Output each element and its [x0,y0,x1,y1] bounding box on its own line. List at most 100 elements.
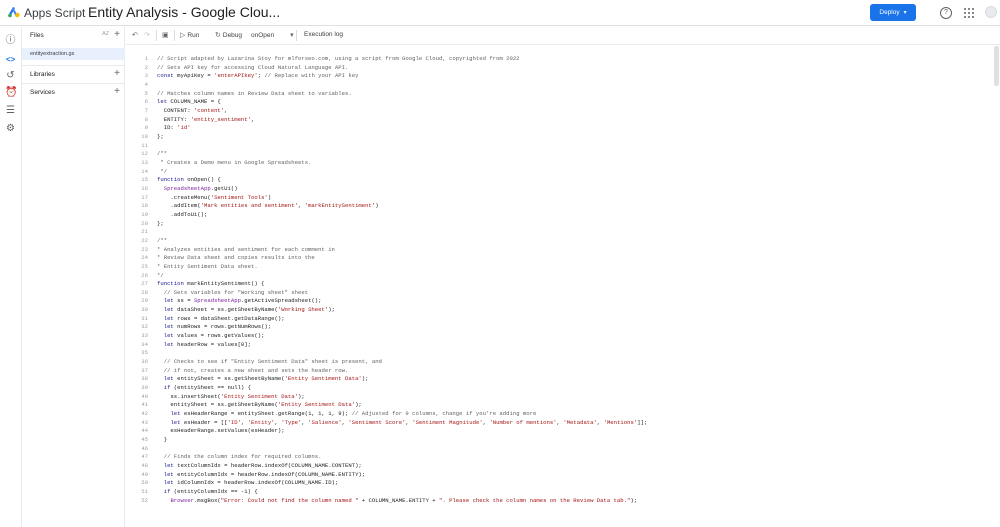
code-line[interactable]: 52 Browser.msgBox("Error: Could not find… [126,497,1000,505]
code-line[interactable]: 30 let dataSheet = ss.getSheetByName('Wo… [126,306,1000,314]
line-number: 30 [141,306,148,314]
undo-icon[interactable]: ↶ [132,31,138,39]
redo-icon[interactable]: ↷ [144,31,150,39]
code-line[interactable]: 5 // Matches column names in Review Data … [126,90,1000,98]
code-line[interactable]: 17 .createMenu('Sentiment Tools') [126,194,1000,202]
code-line[interactable]: 20}; [126,220,1000,228]
code-line[interactable]: 27 function markEntitySentiment() { [126,280,1000,288]
code-line[interactable]: 2 // Sets API key for accessing Cloud Nat… [126,64,1000,72]
code-line[interactable]: 41 entitySheet = ss.getSheetByName('Enti… [126,401,1000,409]
code-line[interactable]: 25 * Entity Sentiment Data sheet. [126,263,1000,271]
code-line[interactable]: 11 [126,142,1000,150]
line-number: 12 [141,150,148,158]
code-editor[interactable]: 1 // Script adapted by Lazarina Stoy for … [126,46,1000,527]
code-line[interactable]: 47 // Finds the column index for require… [126,453,1000,461]
code-text: // Finds the column index for required c… [157,453,322,461]
help-icon[interactable]: ? [940,7,952,19]
code-line[interactable]: 37 // if not, creates a new sheet and se… [126,367,1000,375]
code-line[interactable]: 4 [126,81,1000,89]
line-number: 3 [144,72,148,80]
app-name: Apps Script [24,6,86,20]
editor-scrollbar[interactable] [994,46,999,86]
run-button[interactable]: ▷ Run [180,31,199,40]
save-icon[interactable]: ▣ [162,31,169,39]
code-line[interactable]: 24 * Review Data sheet and copies results… [126,254,1000,262]
add-file-icon[interactable]: + [114,29,120,40]
code-text: let values = rows.getValues(); [163,332,265,340]
code-line[interactable]: 38 let entitySheet = ss.getSheetByName('… [126,375,1000,383]
code-text: * Review Data sheet and copies results i… [157,254,315,262]
code-icon[interactable]: <> [5,54,16,65]
code-line[interactable]: 34 let headerRow = values[0]; [126,341,1000,349]
code-line[interactable]: 12 /** [126,150,1000,158]
code-line[interactable]: 42 let esHeaderRange = entitySheet.getRa… [126,410,1000,418]
project-title[interactable]: Entity Analysis - Google Clou... [88,4,280,20]
code-line[interactable]: 22 /** [126,237,1000,245]
line-number: 45 [141,436,148,444]
code-line[interactable]: 28 // Sets variables for "Working sheet"… [126,289,1000,297]
line-number: 24 [141,254,148,262]
code-line[interactable]: 8 ENTITY: 'entity_sentiment', [126,116,1000,124]
code-line[interactable]: 1 // Script adapted by Lazarina Stoy for … [126,55,1000,63]
code-line[interactable]: 9 ID: 'id' [126,124,1000,132]
code-line[interactable]: 32 let numRows = rows.getNumRows(); [126,323,1000,331]
code-line[interactable]: 6 let COLUMN_NAME = { [126,98,1000,106]
debug-button[interactable]: ↻ Debug [215,31,242,40]
code-line[interactable]: 51 if (entityColumnIdx == -1) { [126,488,1000,496]
code-line[interactable]: 7 CONTENT: 'content', [126,107,1000,115]
line-number: 9 [144,124,148,132]
code-line[interactable]: 19 .addToUi(); [126,211,1000,219]
code-line[interactable]: 26 */ [126,272,1000,280]
function-select[interactable]: onOpen ▾ [251,31,294,40]
code-line[interactable]: 46 [126,445,1000,453]
code-line[interactable]: 10}; [126,133,1000,141]
line-number: 1 [144,55,148,62]
code-line[interactable]: 39 if (entitySheet == null) { [126,384,1000,392]
code-line[interactable]: 35 [126,349,1000,357]
sort-az-icon[interactable]: AZ [102,29,109,40]
deploy-button[interactable]: Deploy ▾ [870,4,916,21]
execution-log-button[interactable]: Execution log [304,31,343,38]
line-number: 7 [144,106,148,114]
google-apps-icon[interactable] [963,7,975,19]
code-text: let COLUMN_NAME = { [157,98,221,106]
code-line[interactable]: 13 * Creates a Demo menu in Google Sprea… [126,159,1000,167]
code-line[interactable]: 18 .addItem('Mark entities and sentiment… [126,202,1000,210]
code-line[interactable]: 31 let rows = dataSheet.getDataRange(); [126,315,1000,323]
add-library-icon[interactable]: + [114,68,120,79]
code-line[interactable]: 49 let entityColumnIdx = headerRow.index… [126,471,1000,479]
code-line[interactable]: 29 let ss = SpreadsheetApp.getActiveSpre… [126,297,1000,305]
line-number: 44 [141,427,148,435]
code-line[interactable]: 40 ss.insertSheet('Entity Sentiment Data… [126,393,1000,401]
code-line[interactable]: 3 const myApiKey = 'enterAPIkey'; // Repl… [126,72,1000,80]
play-icon: ▷ [180,32,186,39]
triggers-icon[interactable]: ⏰ [5,87,17,98]
code-line[interactable]: 33 let values = rows.getValues(); [126,332,1000,340]
history-icon[interactable]: ↺ [5,70,16,81]
code-line[interactable]: 16 SpreadsheetApp.getUi() [126,185,1000,193]
avatar[interactable] [985,6,997,18]
code-line[interactable]: 21 [126,228,1000,236]
file-item-entityextraction[interactable]: entityextraction.gs [22,48,125,60]
code-line[interactable]: 43 let esHeader = [['ID', 'Entity', 'Typ… [126,419,1000,427]
divider [174,30,175,41]
code-line[interactable]: 48 let textColumnIdx = headerRow.indexOf… [126,462,1000,470]
code-text: ENTITY: 'entity_sentiment', [157,115,255,123]
info-icon[interactable]: ⓘ [5,35,16,46]
code-line[interactable]: 50 let idColumnIdx = headerRow.indexOf(C… [126,479,1000,487]
line-number: 40 [141,392,148,400]
settings-icon[interactable]: ⚙ [5,123,16,134]
code-line[interactable]: 15 function onOpen() { [126,176,1000,184]
code-line[interactable]: 45 } [126,436,1000,444]
line-number: 11 [141,141,148,149]
services-label: Services [30,89,55,96]
code-line[interactable]: 44 esHeaderRange.setValues(esHeader); [126,427,1000,435]
add-service-icon[interactable]: + [114,86,120,97]
code-text: /** [157,236,168,244]
executions-icon[interactable]: ☰ [5,105,16,116]
code-line[interactable]: 23 * Analyzes entities and sentiment for … [126,246,1000,254]
function-select-value: onOpen [251,31,275,39]
code-text: }; [157,132,164,140]
code-line[interactable]: 14 */ [126,168,1000,176]
code-line[interactable]: 36 // Checks to see if "Entity Sentiment… [126,358,1000,366]
